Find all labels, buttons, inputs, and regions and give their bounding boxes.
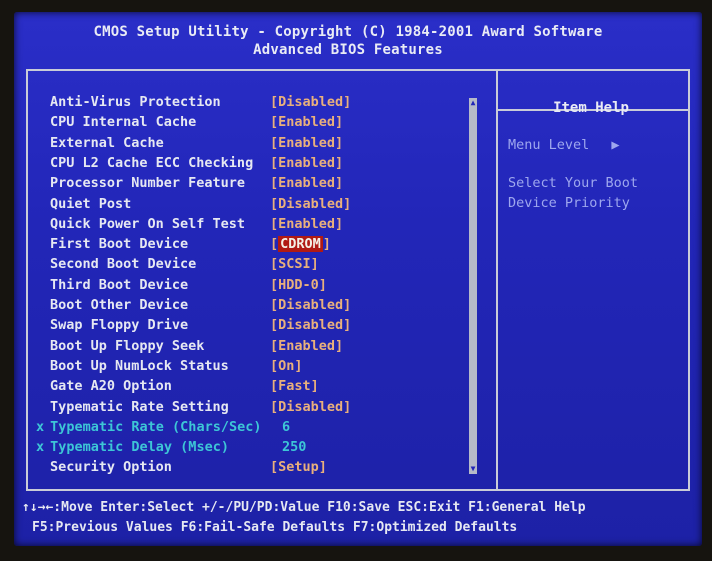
setting-row[interactable]: Third Boot Device [HDD-0] (50, 277, 480, 297)
setting-value[interactable]: [Disabled] (270, 399, 351, 415)
setting-value[interactable]: [Enabled] (270, 155, 343, 171)
setting-row[interactable]: CPU Internal Cache [Enabled] (50, 114, 480, 134)
setting-label-text: Quiet Post (50, 195, 132, 212)
setting-row[interactable]: Quiet Post [Disabled] (50, 196, 480, 216)
setting-value[interactable]: [Setup] (270, 459, 327, 475)
setting-label: Boot Other Device (50, 297, 188, 313)
setting-label-text: Third Boot Device (50, 276, 189, 293)
setting-row[interactable]: External Cache [Enabled] (50, 135, 480, 155)
setting-label: Quiet Post (50, 196, 131, 212)
setting-value[interactable]: [Enabled] (270, 338, 343, 354)
setting-label-text: Gate A20 Option (50, 378, 172, 395)
disabled-marker: x (36, 418, 45, 435)
setting-row[interactable]: Second Boot Device [SCSI] (50, 256, 480, 276)
selected-value[interactable]: CDROM (278, 236, 323, 253)
setting-value[interactable]: [Enabled] (270, 114, 343, 130)
setting-row[interactable]: Gate A20 Option [Fast] (50, 378, 480, 398)
setting-value[interactable]: [Enabled] (270, 175, 343, 191)
setting-row[interactable]: Quick Power On Self Test [Enabled] (50, 216, 480, 236)
setting-label: x Typematic Delay (Msec) (36, 439, 229, 455)
setting-label: Second Boot Device (50, 256, 196, 272)
setting-value[interactable]: [Enabled] (270, 135, 343, 151)
setting-label: Boot Up NumLock Status (50, 358, 229, 374)
setting-label: CPU L2 Cache ECC Checking (50, 155, 253, 171)
setting-value: 6 (282, 418, 291, 435)
setting-label: CPU Internal Cache (50, 114, 196, 130)
setting-row[interactable]: Boot Other Device [Disabled] (50, 297, 480, 317)
setting-label: First Boot Device (50, 236, 188, 252)
setting-label-text: Quick Power On Self Test (50, 215, 246, 232)
bios-screen: CMOS Setup Utility - Copyright (C) 1984-… (14, 12, 702, 546)
setting-label: Security Option (50, 459, 172, 475)
panel-divider (496, 71, 498, 489)
setting-label-text: Typematic Rate Setting (50, 398, 229, 415)
setting-label-text: Boot Up Floppy Seek (50, 337, 205, 354)
setting-row[interactable]: Boot Up Floppy Seek [Enabled] (50, 338, 480, 358)
key-help-line2: F5:Previous Values F6:Fail-Safe Defaults… (32, 520, 518, 535)
menu-level: Menu Level ▶ (508, 137, 620, 153)
setting-row[interactable]: Anti-Virus Protection [Disabled] (50, 94, 480, 114)
setting-label-text: CPU L2 Cache ECC Checking (50, 154, 254, 171)
setting-label-text: External Cache (50, 134, 164, 151)
setting-label-text: Security Option (50, 459, 172, 476)
setting-label-text: Processor Number Feature (50, 175, 246, 192)
setting-value[interactable]: [Enabled] (270, 216, 343, 232)
setting-label: Third Boot Device (50, 277, 188, 293)
help-text-line2: Device Priority (508, 195, 630, 211)
setting-label-text: Second Boot Device (50, 256, 197, 273)
page-title: Advanced BIOS Features (253, 42, 443, 58)
setting-row[interactable]: Boot Up NumLock Status [On] (50, 358, 480, 378)
setting-value[interactable]: [Disabled] (270, 297, 351, 313)
setting-row[interactable]: Swap Floppy Drive [Disabled] (50, 317, 480, 337)
setting-label: Typematic Rate Setting (50, 399, 229, 415)
setting-label: Anti-Virus Protection (50, 94, 221, 110)
key-help-line1: ↑↓→←:Move Enter:Select +/-/PU/PD:Value F… (22, 500, 586, 515)
setting-label-text: Typematic Rate (Chars/Sec) (50, 418, 262, 435)
setting-row[interactable]: Typematic Rate Setting [Disabled] (50, 399, 480, 419)
setting-row: x Typematic Delay (Msec) 250 (36, 439, 480, 459)
setting-label: Quick Power On Self Test (50, 216, 245, 232)
setting-label: Gate A20 Option (50, 378, 172, 394)
setting-label-text: Typematic Delay (Msec) (50, 439, 229, 456)
setting-value[interactable]: [SCSI] (270, 256, 319, 272)
setting-label-text: Swap Floppy Drive (50, 317, 189, 334)
menu-level-arrow-icon: ▶ (611, 137, 620, 153)
setting-label: Processor Number Feature (50, 175, 245, 191)
setting-label-text: Boot Other Device (50, 297, 189, 313)
setting-value: 250 (282, 439, 307, 456)
setting-row[interactable]: CPU L2 Cache ECC Checking [Enabled] (50, 155, 480, 175)
setting-label: External Cache (50, 135, 164, 151)
menu-level-label: Menu Level (508, 137, 590, 153)
help-text-line1: Select Your Boot (508, 175, 639, 191)
setting-value[interactable]: [CDROM] (270, 236, 331, 253)
value-bracket-close: ] (322, 236, 331, 253)
setting-value[interactable]: [Disabled] (270, 94, 351, 110)
setting-value[interactable]: [Fast] (270, 378, 319, 394)
setting-row: x Typematic Rate (Chars/Sec) 6 (36, 418, 480, 439)
setting-label: Swap Floppy Drive (50, 317, 188, 333)
setting-value[interactable]: [HDD-0] (270, 277, 327, 293)
setting-value[interactable]: [Disabled] (270, 317, 351, 333)
setting-row[interactable]: Processor Number Feature [Enabled] (50, 175, 480, 195)
app-title: CMOS Setup Utility - Copyright (C) 1984-… (93, 24, 603, 40)
setting-label-text: CPU Internal Cache (50, 114, 197, 131)
setting-label-text: First Boot Device (50, 236, 189, 253)
setting-label: Boot Up Floppy Seek (50, 338, 204, 354)
item-help-title: Item Help (553, 100, 629, 116)
setting-value[interactable]: [On] (270, 358, 303, 374)
disabled-marker: x (36, 439, 45, 456)
setting-value[interactable]: [Disabled] (270, 196, 351, 212)
setting-row[interactable]: Security Option [Setup] (50, 459, 480, 479)
value-bracket-open: [ (270, 236, 279, 253)
setting-row[interactable]: First Boot Device [CDROM] (50, 236, 480, 256)
setting-label: x Typematic Rate (Chars/Sec) (36, 419, 261, 435)
setting-label-text: Boot Up NumLock Status (50, 357, 229, 374)
setting-label-text: Anti-Virus Protection (50, 94, 221, 110)
